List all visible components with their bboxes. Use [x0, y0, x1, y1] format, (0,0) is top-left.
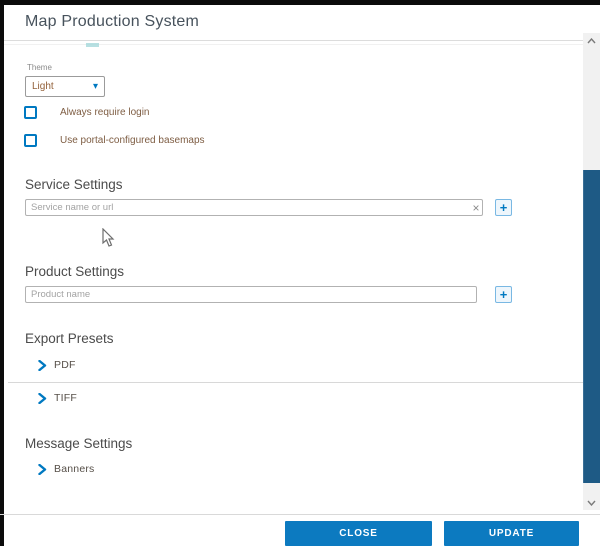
- theme-select[interactable]: Light ▾: [25, 76, 105, 97]
- mouse-cursor-icon: [102, 228, 116, 248]
- service-name-input[interactable]: [25, 199, 483, 216]
- plus-icon: +: [500, 288, 508, 301]
- checkbox-label: Always require login: [60, 107, 150, 118]
- plus-icon: +: [500, 201, 508, 214]
- tree-item-label: TIFF: [54, 392, 77, 404]
- scrollbar-thumb[interactable]: [583, 170, 600, 483]
- checkbox-icon[interactable]: [24, 134, 37, 147]
- update-button[interactable]: UPDATE: [444, 521, 579, 546]
- message-settings-heading: Message Settings: [25, 436, 132, 451]
- chevron-right-icon: [38, 360, 47, 371]
- footer-divider: [0, 514, 600, 515]
- theme-label: Theme: [27, 63, 52, 72]
- export-presets-heading: Export Presets: [25, 331, 114, 346]
- scrolled-content-edge: [86, 43, 99, 47]
- checkbox-always-require-login[interactable]: Always require login: [24, 106, 150, 119]
- add-service-button[interactable]: +: [495, 199, 512, 216]
- checkbox-icon[interactable]: [24, 106, 37, 119]
- scroll-down-icon[interactable]: [583, 495, 600, 510]
- map-production-system-dialog: Map Production System Theme Light ▾ Alwa…: [0, 0, 600, 557]
- checkbox-use-portal-basemaps[interactable]: Use portal-configured basemaps: [24, 134, 205, 147]
- product-name-input[interactable]: [25, 286, 477, 303]
- vertical-scrollbar[interactable]: [583, 33, 600, 510]
- window-frame-left: [0, 0, 4, 546]
- export-preset-tiff-row[interactable]: TIFF: [38, 392, 77, 404]
- product-settings-heading: Product Settings: [25, 264, 124, 279]
- preset-divider: [8, 382, 583, 383]
- service-settings-heading: Service Settings: [25, 177, 123, 192]
- chevron-down-icon: ▾: [93, 82, 98, 92]
- checkbox-label: Use portal-configured basemaps: [60, 135, 205, 146]
- tree-item-label: Banners: [54, 463, 95, 475]
- clear-icon[interactable]: ×: [468, 200, 484, 216]
- banners-row[interactable]: Banners: [38, 463, 95, 475]
- tree-item-label: PDF: [54, 359, 76, 371]
- chevron-right-icon: [38, 393, 47, 404]
- page-title: Map Production System: [25, 13, 199, 31]
- export-preset-pdf-row[interactable]: PDF: [38, 359, 76, 371]
- scroll-up-icon[interactable]: [583, 33, 600, 48]
- close-button[interactable]: CLOSE: [285, 521, 432, 546]
- header-divider: [4, 40, 583, 41]
- chevron-right-icon: [38, 464, 47, 475]
- add-product-button[interactable]: +: [495, 286, 512, 303]
- theme-selected-value: Light: [32, 81, 54, 92]
- window-frame-top: [0, 0, 600, 5]
